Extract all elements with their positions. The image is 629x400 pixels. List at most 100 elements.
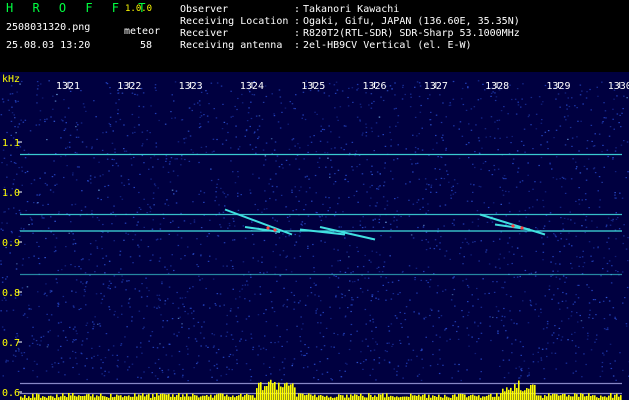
noise-dot [98,161,100,163]
level-bar [280,386,282,400]
noise-dot [371,295,373,298]
noise-dot [325,327,328,329]
noise-dot [91,347,93,349]
noise-dot [200,227,203,229]
noise-dot [33,338,35,340]
noise-dot [445,116,447,118]
noise-dot [150,178,152,180]
noise-dot [152,166,154,168]
level-bar [326,395,328,400]
level-bar [274,382,276,400]
noise-dot [449,338,451,340]
noise-dot [330,131,332,133]
noise-dot [22,314,25,316]
noise-dot [218,204,220,206]
noise-dot [519,377,521,379]
noise-dot [336,89,339,91]
noise-dot [359,362,362,364]
level-bar [544,395,546,400]
noise-dot [264,85,267,87]
noise-dot [169,161,171,163]
noise-dot [344,295,346,297]
noise-dot [152,192,155,194]
noise-dot [199,279,201,281]
noise-dot [590,349,593,351]
noise-dot [429,286,431,288]
noise-dot [251,233,254,236]
level-bar [444,394,446,400]
noise-dot [445,250,448,252]
noise-dot [474,151,476,153]
noise-dot [123,124,125,126]
noise-dot [99,325,102,327]
noise-dot [295,280,297,282]
noise-dot [177,317,180,319]
noise-dot [94,271,96,273]
noise-dot [379,173,381,175]
noise-dot [468,157,470,159]
noise-dot [80,268,82,270]
noise-dot [187,246,189,248]
noise-dot [401,271,404,273]
noise-dot [140,296,143,298]
noise-dot [625,177,627,179]
noise-dot [501,315,504,317]
noise-dot [472,191,474,193]
noise-dot [610,282,613,284]
noise-dot [432,148,434,150]
noise-dot [397,121,399,124]
x-tick-label: 1328 [485,81,509,92]
noise-dot [425,188,427,190]
noise-dot [227,194,229,196]
noise-dot [272,191,275,193]
noise-dot [409,181,411,183]
noise-dot [138,246,140,248]
noise-dot [471,200,473,202]
noise-dot [192,201,194,203]
noise-dot [365,92,367,94]
noise-dot [404,93,406,96]
noise-dot [65,246,67,248]
noise-dot [98,219,100,221]
noise-dot [558,327,561,329]
noise-dot [466,200,469,202]
noise-dot [439,242,441,244]
noise-dot [160,314,162,316]
noise-dot [577,321,579,323]
noise-dot [513,322,515,324]
noise-dot [338,352,340,354]
noise-dot [601,81,603,83]
noise-dot [357,87,359,90]
noise-dot [503,175,506,177]
noise-dot [264,190,266,192]
noise-dot [52,233,55,236]
noise-dot [69,134,72,136]
level-bar [236,396,238,400]
noise-dot [559,308,561,310]
noise-dot [344,178,347,180]
noise-dot [139,173,141,175]
noise-dot [58,211,60,213]
noise-dot [466,241,468,243]
noise-dot [231,265,234,267]
noise-dot [150,208,152,210]
noise-dot [578,265,580,267]
noise-dot [454,191,457,194]
noise-dot [143,162,145,164]
level-bar [228,396,230,400]
noise-dot [325,196,327,198]
noise-dot [315,346,318,348]
noise-dot [494,121,496,123]
level-bar [142,393,144,400]
noise-dot [498,119,501,121]
noise-dot [387,325,390,327]
noise-dot [429,94,431,96]
noise-dot [126,326,128,328]
level-bar [36,393,38,400]
noise-dot [146,295,149,298]
level-bar [406,396,408,400]
noise-dot [97,323,99,325]
level-bar [294,387,296,400]
noise-dot [67,107,70,109]
noise-dot [384,162,386,164]
